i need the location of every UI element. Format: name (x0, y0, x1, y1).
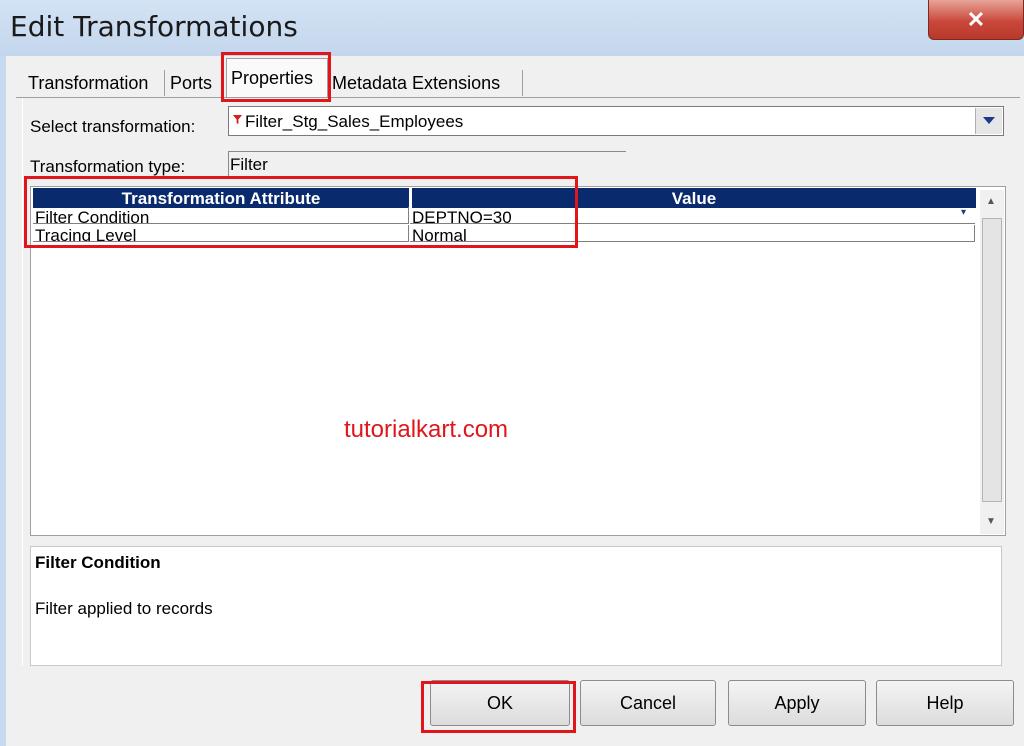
select-transformation-value: Filter_Stg_Sales_Employees (245, 112, 464, 131)
highlight-attributes-grid (24, 176, 578, 248)
cancel-button[interactable]: Cancel (580, 680, 716, 726)
help-button[interactable]: Help (876, 680, 1014, 726)
apply-button[interactable]: Apply (728, 680, 866, 726)
transformation-type-field (228, 151, 626, 177)
tab-ports[interactable]: Ports (166, 68, 216, 98)
watermark-text: tutorialkart.com (344, 416, 509, 443)
window-title: Edit Transformations (10, 10, 298, 43)
tab-transformation[interactable]: Transformation (24, 68, 152, 98)
vertical-scrollbar[interactable]: ▲ ▼ (980, 190, 1004, 534)
close-icon: ✕ (966, 6, 986, 32)
select-transformation-label: Select transformation: (30, 117, 196, 136)
highlight-properties-tab (221, 52, 331, 102)
close-button[interactable]: ✕ (928, 0, 1024, 40)
tab-metadata-extensions[interactable]: Metadata Extensions (328, 68, 504, 98)
transformation-type-value: Filter (230, 155, 268, 174)
dropdown-button[interactable] (975, 108, 1002, 134)
transformation-type-label: Transformation type: (30, 157, 186, 176)
description-text: Filter applied to records (35, 599, 213, 618)
description-panel: Filter Condition Filter applied to recor… (30, 546, 1002, 666)
title-bar: Edit Transformations ✕ (0, 0, 1024, 56)
scroll-thumb[interactable] (982, 218, 1002, 502)
select-transformation-dropdown[interactable]: Filter_Stg_Sales_Employees (228, 106, 1004, 136)
tab-divider (164, 70, 165, 96)
scroll-up-icon[interactable]: ▲ (986, 196, 996, 207)
scroll-down-icon[interactable]: ▼ (986, 516, 996, 527)
description-title: Filter Condition (35, 553, 161, 572)
filter-icon (233, 115, 242, 124)
expand-arrow-icon[interactable]: ▾ (961, 207, 966, 218)
tab-divider (522, 70, 523, 96)
chevron-down-icon (983, 117, 995, 124)
highlight-ok-button (421, 681, 576, 733)
